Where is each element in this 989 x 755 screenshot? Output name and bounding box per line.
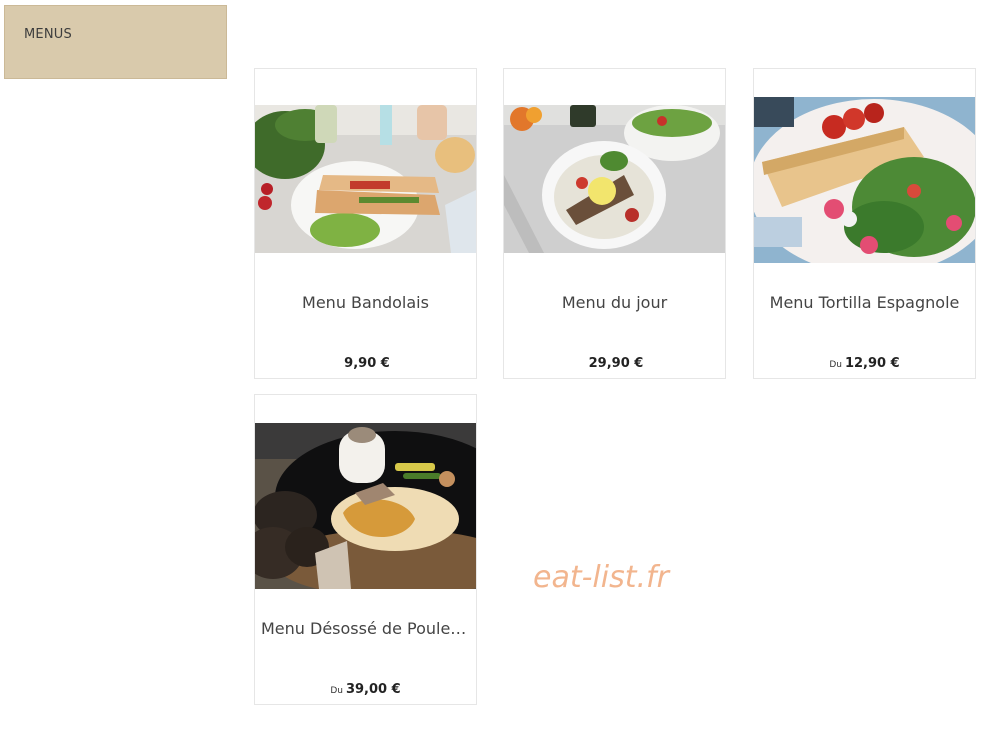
product-name[interactable]: Menu Tortilla Espagnole — [754, 293, 975, 312]
product-price: 9,90 € — [255, 356, 476, 371]
sandwich-plate-image[interactable] — [255, 105, 476, 253]
product-name[interactable]: Menu Désossé de Poulet... — [255, 619, 476, 638]
product-card-menu-du-jour[interactable]: Menu du jour 29,90 € — [503, 68, 726, 379]
product-card-poulet[interactable]: Menu Désossé de Poulet... Du 39,00 € — [254, 394, 477, 705]
price-value: 29,90 € — [588, 356, 644, 371]
product-card-bandolais[interactable]: Menu Bandolais 9,90 € — [254, 68, 477, 379]
product-price: Du 39,00 € — [255, 682, 476, 697]
sidebar-menu-category[interactable]: MENUS — [4, 5, 227, 79]
chicken-rice-image[interactable] — [255, 423, 476, 589]
price-prefix: Du — [829, 360, 842, 370]
price-value: 39,00 € — [345, 682, 401, 697]
price-prefix: Du — [330, 686, 343, 696]
tortilla-salad-image[interactable] — [754, 97, 975, 263]
watermark-text: eat-list.fr — [533, 560, 669, 595]
product-card-tortilla[interactable]: Menu Tortilla Espagnole Du 12,90 € — [753, 68, 976, 379]
page: MENUS Menu Bandolais 9,90 € Menu du jour… — [0, 0, 989, 755]
fish-bowl-image[interactable] — [504, 105, 725, 253]
product-price: Du 12,90 € — [754, 356, 975, 371]
product-name[interactable]: Menu du jour — [504, 293, 725, 312]
product-name[interactable]: Menu Bandolais — [255, 293, 476, 312]
price-value: 12,90 € — [844, 356, 900, 371]
price-value: 9,90 € — [344, 356, 390, 371]
sidebar-menu-label: MENUS — [24, 27, 72, 42]
product-price: 29,90 € — [504, 356, 725, 371]
